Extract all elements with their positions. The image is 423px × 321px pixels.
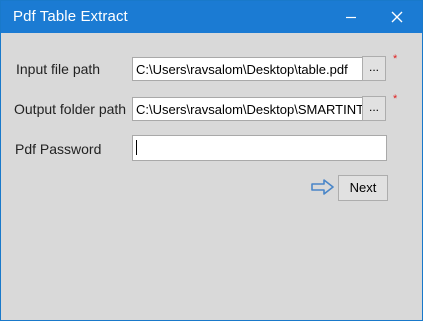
- app-window: Pdf Table Extract Input file path C:\Use…: [0, 0, 423, 321]
- input-file-label: Input file path: [16, 61, 101, 77]
- output-required-mark: *: [393, 93, 398, 105]
- password-field[interactable]: [132, 135, 387, 161]
- close-button[interactable]: [377, 1, 417, 33]
- next-button[interactable]: Next: [338, 175, 388, 201]
- input-file-field[interactable]: C:\Users\ravsalom\Desktop\table.pdf: [132, 57, 363, 81]
- input-required-mark: *: [393, 53, 398, 65]
- minimize-icon: [346, 16, 356, 19]
- output-browse-button[interactable]: ...: [362, 96, 386, 121]
- close-icon: [391, 11, 403, 23]
- title-bar: Pdf Table Extract: [1, 1, 422, 33]
- arrow-right-icon: [311, 179, 334, 195]
- minimize-button[interactable]: [331, 1, 371, 33]
- output-folder-label: Output folder path: [14, 101, 127, 117]
- window-title: Pdf Table Extract: [13, 8, 128, 25]
- text-caret: [136, 140, 137, 155]
- input-browse-button[interactable]: ...: [362, 56, 386, 81]
- password-label: Pdf Password: [15, 141, 102, 157]
- output-folder-field[interactable]: C:\Users\ravsalom\Desktop\SMARTINT: [132, 97, 363, 121]
